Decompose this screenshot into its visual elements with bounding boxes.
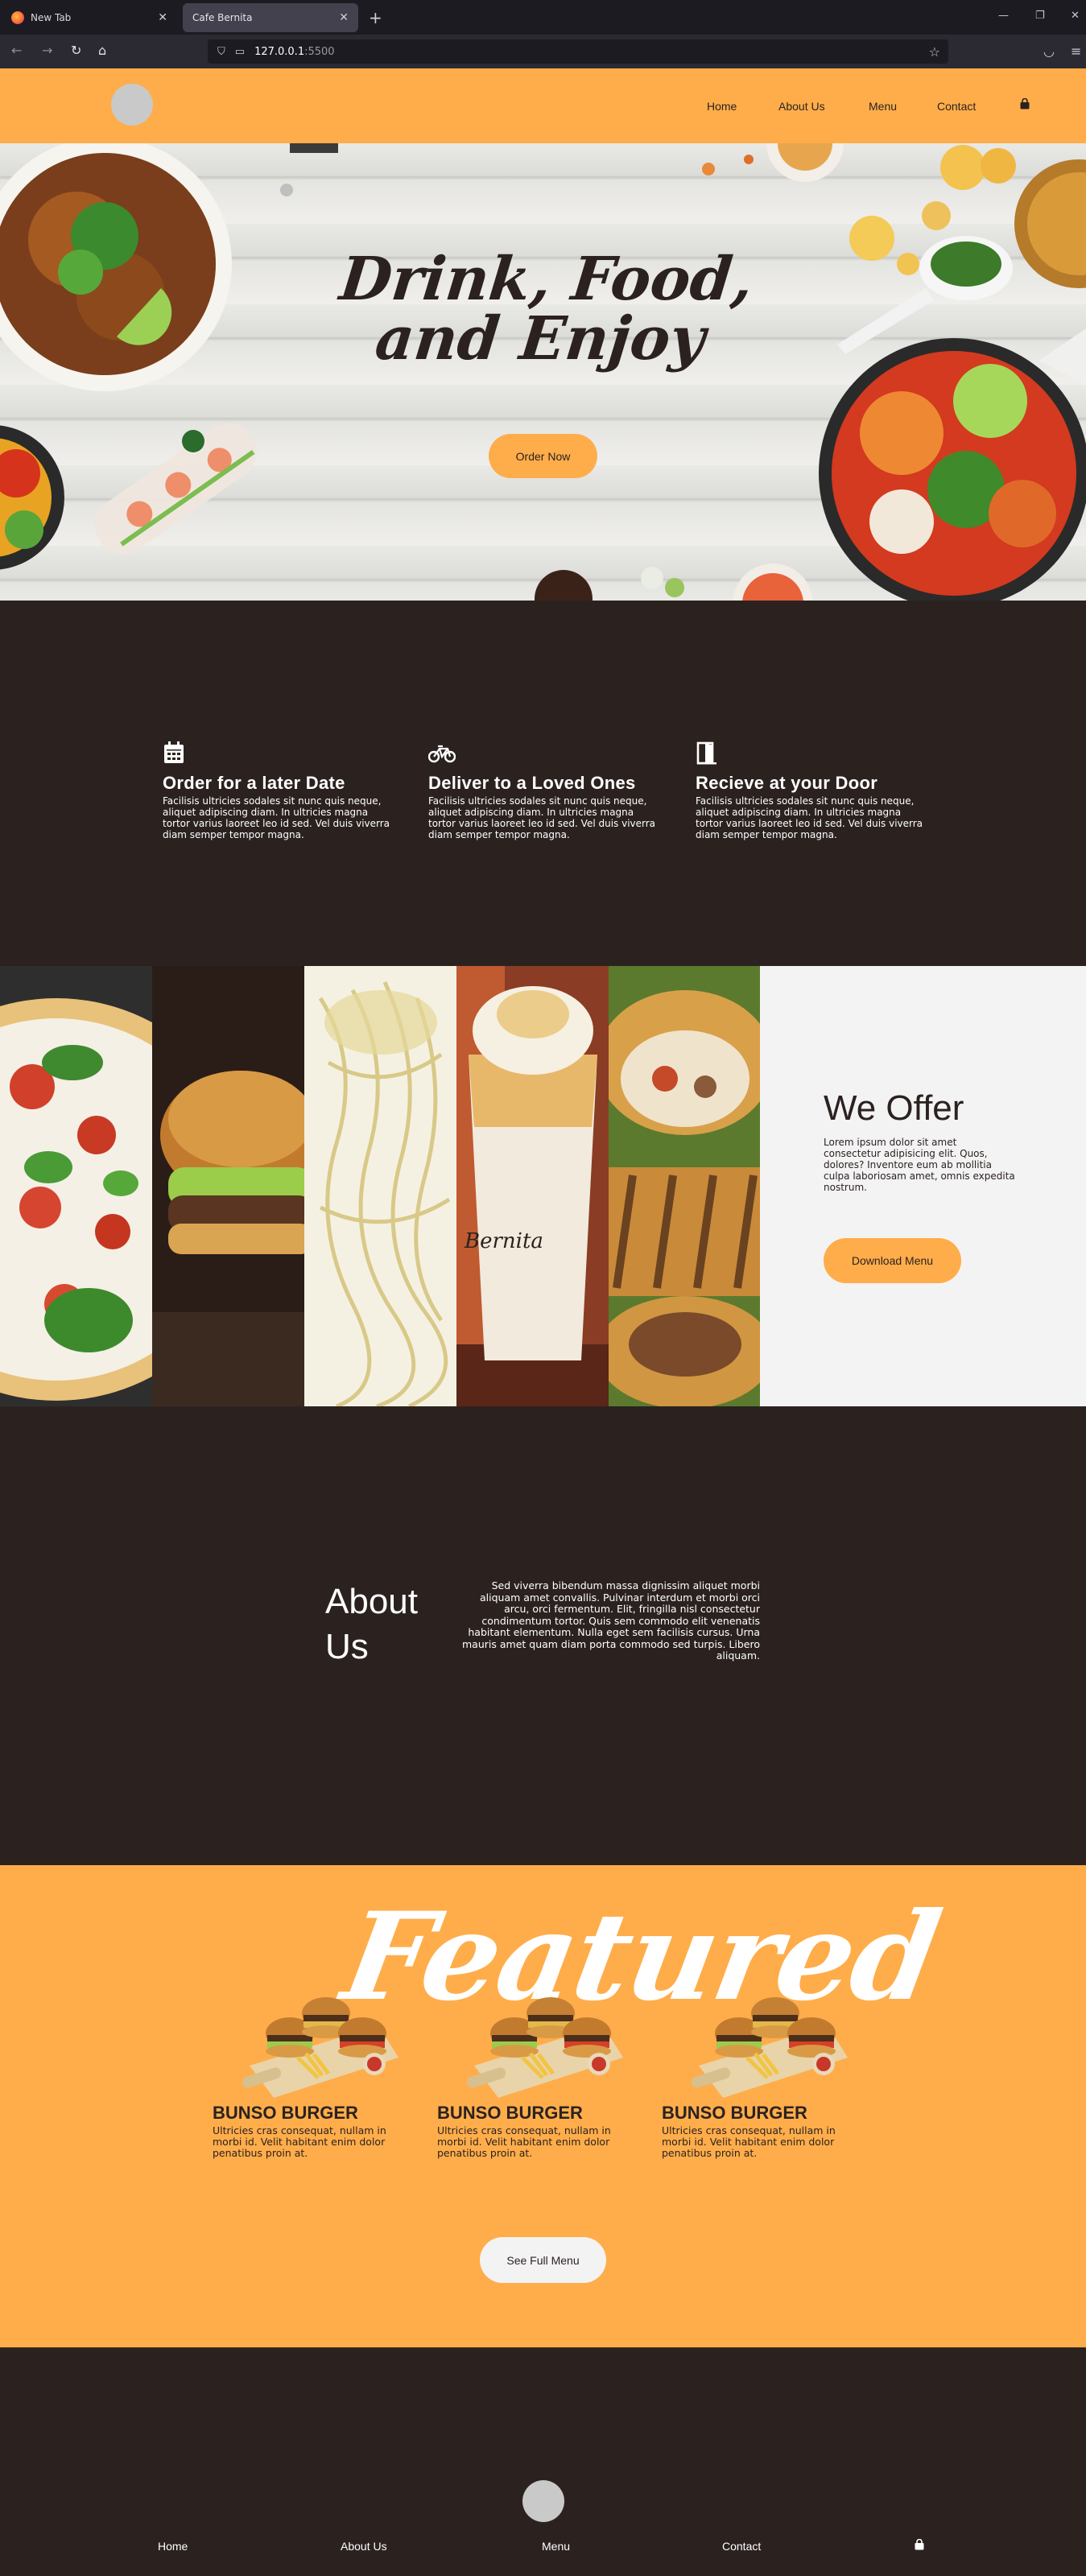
url-host: 127.0.0.1 — [254, 45, 305, 58]
home-icon[interactable]: ⌂ — [98, 43, 106, 58]
featured-item-desc: Ultricies cras consequat, nullam in morb… — [213, 2124, 386, 2159]
door-icon — [696, 741, 716, 765]
nav-home[interactable]: Home — [707, 100, 737, 113]
burger-platter-image — [242, 1997, 398, 2098]
featured-item[interactable]: BUNSO BURGER Ultricies cras consequat, n… — [213, 1977, 414, 2159]
close-tab-icon[interactable]: ✕ — [339, 11, 349, 24]
new-tab-button[interactable]: + — [369, 8, 382, 27]
minimize-button[interactable]: — — [998, 10, 1009, 22]
service-title: Deliver to a Loved Ones — [428, 773, 636, 793]
pasta-image — [304, 966, 456, 1406]
service-title: Order for a later Date — [163, 773, 345, 793]
menu-icon[interactable]: ≡ — [1071, 43, 1081, 59]
pocket-icon[interactable]: ◡ — [1043, 43, 1055, 59]
bicycle-icon — [427, 745, 456, 763]
service-body: Facilisis ultricies sodales sit nunc qui… — [428, 795, 656, 840]
see-full-menu-button[interactable]: See Full Menu — [480, 2237, 606, 2283]
footer-nav-about-us[interactable]: About Us — [341, 2540, 387, 2553]
burger-platter-image — [691, 1997, 848, 2098]
close-window-button[interactable]: ✕ — [1071, 10, 1080, 22]
site-logo[interactable] — [111, 84, 153, 126]
offer-title: We Offer — [824, 1088, 964, 1128]
footer-nav-contact[interactable]: Contact — [722, 2540, 761, 2553]
site-header — [0, 68, 1086, 143]
download-menu-button[interactable]: Download Menu — [824, 1238, 961, 1283]
back-icon[interactable]: ← — [11, 43, 22, 58]
calendar-icon — [164, 741, 184, 763]
service-receive: Recieve at your Door Facilisis ultricies… — [696, 741, 931, 840]
hero-headline: Drink, Food, and Enjoy — [337, 245, 757, 374]
nav-contact[interactable]: Contact — [937, 100, 976, 113]
close-tab-icon[interactable]: ✕ — [158, 11, 167, 24]
offer-body: Lorem ipsum dolor sit amet consectetur a… — [824, 1137, 1015, 1193]
featured-item-name: BUNSO BURGER — [437, 2103, 583, 2123]
reload-icon[interactable]: ↻ — [71, 43, 81, 58]
about-body: Sed viverra bibendum massa dignissim ali… — [462, 1579, 760, 1662]
page-icon: ▭ — [234, 45, 246, 58]
featured-item-desc: Ultricies cras consequat, nullam in morb… — [662, 2124, 836, 2159]
dessert-image: Bernita — [456, 966, 609, 1406]
burrito-image — [609, 966, 761, 1406]
about-title: About Us — [325, 1582, 418, 1666]
bookmark-star-icon[interactable]: ☆ — [929, 44, 940, 60]
service-body: Facilisis ultricies sodales sit nunc qui… — [696, 795, 923, 840]
footer-logo[interactable] — [522, 2480, 564, 2522]
nav-menu[interactable]: Menu — [869, 100, 897, 113]
featured-item-name: BUNSO BURGER — [662, 2103, 807, 2123]
url-port: :5500 — [304, 45, 335, 58]
browser-tab-bar: New Tab ✕ Cafe Bernita ✕ + — ❐ ✕ — [0, 0, 1086, 35]
service-title: Recieve at your Door — [696, 773, 878, 793]
burger-image — [152, 966, 304, 1406]
service-order-later: Order for a later Date Facilisis ultrici… — [163, 741, 398, 840]
browser-nav-bar: ← → ↻ ⌂ ⛉ ▭ 127.0.0.1 :5500 ☆ ◡ ≡ — [0, 35, 1086, 68]
nav-about-us[interactable]: About Us — [778, 100, 825, 113]
maximize-button[interactable]: ❐ — [1035, 10, 1045, 22]
service-body: Facilisis ultricies sodales sit nunc qui… — [163, 795, 390, 840]
forward-icon[interactable]: → — [42, 43, 52, 58]
tab-new-tab[interactable]: New Tab ✕ — [2, 3, 177, 32]
tab-cafe-bernita[interactable]: Cafe Bernita ✕ — [183, 3, 358, 32]
featured-item-desc: Ultricies cras consequat, nullam in morb… — [437, 2124, 611, 2159]
footer-nav-home[interactable]: Home — [158, 2540, 188, 2553]
burger-platter-image — [466, 1997, 623, 2098]
order-now-button[interactable]: Order Now — [489, 434, 597, 478]
featured-item-name: BUNSO BURGER — [213, 2103, 358, 2123]
cup-brand-text: Bernita — [464, 1229, 543, 1253]
service-deliver: Deliver to a Loved Ones Facilisis ultric… — [427, 741, 663, 840]
footer-nav-menu[interactable]: Menu — [542, 2540, 570, 2553]
url-bar[interactable]: ⛉ ▭ 127.0.0.1 :5500 ☆ — [208, 39, 948, 64]
shopping-bag-icon[interactable] — [1020, 98, 1030, 109]
tab-label: New Tab — [31, 12, 72, 23]
pizza-image — [0, 966, 152, 1406]
shield-icon: ⛉ — [217, 45, 225, 58]
featured-item[interactable]: BUNSO BURGER Ultricies cras consequat, n… — [662, 1977, 863, 2159]
firefox-icon — [11, 11, 24, 24]
tab-label: Cafe Bernita — [192, 12, 253, 23]
shopping-bag-icon[interactable] — [915, 2539, 924, 2550]
featured-item[interactable]: BUNSO BURGER Ultricies cras consequat, n… — [437, 1977, 638, 2159]
